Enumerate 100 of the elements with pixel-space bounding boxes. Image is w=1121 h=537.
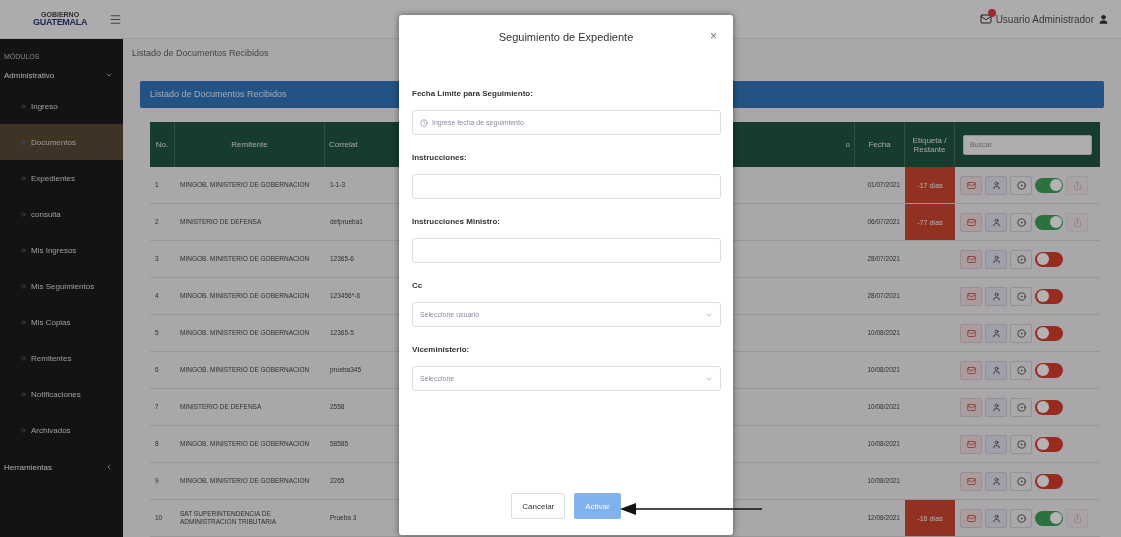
mail-icon: [966, 180, 976, 190]
sidebar-item[interactable]: Expedientes: [0, 160, 123, 196]
mail-button[interactable]: [960, 175, 982, 195]
sidebar-group[interactable]: Administrativo: [0, 66, 123, 84]
mail-button[interactable]: [960, 323, 982, 343]
circle-button[interactable]: [1010, 471, 1032, 491]
circle-dot-icon: [1016, 513, 1026, 523]
user-icon: [991, 180, 1001, 190]
double-chevron-icon: [20, 138, 27, 146]
circle-dot-icon: [1016, 476, 1026, 486]
circle-dot-icon: [1016, 180, 1026, 190]
user-icon: [991, 217, 1001, 227]
mail-button[interactable]: [960, 286, 982, 306]
modal-title: Seguimiento de Expediente: [498, 31, 634, 43]
double-chevron-icon: [20, 426, 27, 434]
toggle-switch[interactable]: [1035, 251, 1063, 267]
close-button[interactable]: ×: [710, 29, 717, 43]
logo-text: GUATEMALA: [33, 18, 88, 27]
toggle-switch[interactable]: [1035, 325, 1063, 341]
mail-icon: [966, 439, 976, 449]
mail-icon: [966, 328, 976, 338]
circle-dot-icon: [1016, 217, 1026, 227]
sidebar-item[interactable]: Archivados: [0, 412, 123, 448]
mail-icon: [966, 476, 976, 486]
user-button[interactable]: [985, 286, 1007, 306]
double-chevron-icon: [20, 174, 27, 182]
mail-button[interactable]: [960, 212, 982, 232]
user-icon[interactable]: [1098, 13, 1109, 25]
input-field[interactable]: [412, 238, 721, 263]
double-chevron-icon: [20, 102, 27, 110]
user-icon: [991, 291, 1001, 301]
user-name[interactable]: Usuario Administrador: [995, 13, 1094, 25]
user-button[interactable]: [985, 434, 1007, 454]
circle-dot-icon: [1016, 254, 1026, 264]
sidebar-item[interactable]: Ingreso: [0, 88, 123, 124]
sidebar-group[interactable]: Herramientas: [0, 458, 123, 476]
circle-button[interactable]: [1010, 286, 1032, 306]
field-label: Cc: [412, 281, 424, 290]
mail-button[interactable]: [960, 249, 982, 269]
sidebar-item[interactable]: Documentos: [0, 124, 123, 160]
field-label: Viceministerio:: [412, 345, 471, 354]
toggle-switch[interactable]: [1035, 177, 1063, 193]
menu-icon[interactable]: [109, 12, 123, 26]
mail-button[interactable]: [960, 397, 982, 417]
mail-button[interactable]: [960, 471, 982, 491]
breadcrumb: Listado de Documentos Recibidos: [132, 48, 270, 60]
sidebar-item[interactable]: Notificaciones: [0, 376, 123, 412]
user-button[interactable]: [985, 212, 1007, 232]
column-header: Fecha: [855, 122, 905, 167]
circle-button[interactable]: [1010, 360, 1032, 380]
field-label: Instrucciones:: [412, 153, 468, 162]
toggle-switch[interactable]: [1035, 473, 1063, 489]
circle-dot-icon: [1016, 328, 1026, 338]
cancel-button[interactable]: Cancelar: [511, 493, 566, 519]
sidebar-item[interactable]: Mis Seguimientos: [0, 268, 123, 304]
user-button[interactable]: [985, 360, 1007, 380]
circle-button[interactable]: [1010, 249, 1032, 269]
user-icon: [991, 328, 1001, 338]
toggle-switch[interactable]: [1035, 510, 1063, 526]
user-button[interactable]: [985, 508, 1007, 528]
user-icon: [991, 476, 1001, 486]
sidebar-item[interactable]: consulta: [0, 196, 123, 232]
mail-icon: [966, 254, 976, 264]
circle-dot-icon: [1016, 365, 1026, 375]
user-button[interactable]: [985, 249, 1007, 269]
sidebar-item[interactable]: Remitentes: [0, 340, 123, 376]
toggle-switch[interactable]: [1035, 214, 1063, 230]
mail-button[interactable]: [960, 508, 982, 528]
toggle-switch[interactable]: [1035, 288, 1063, 304]
column-header: No.: [150, 122, 175, 167]
mail-button[interactable]: [960, 360, 982, 380]
mail-button[interactable]: [960, 434, 982, 454]
user-icon: [991, 402, 1001, 412]
mail-icon: [966, 402, 976, 412]
user-button[interactable]: [985, 397, 1007, 417]
circle-button[interactable]: [1010, 175, 1032, 195]
mail-icon: [966, 365, 976, 375]
circle-button[interactable]: [1010, 323, 1032, 343]
user-button[interactable]: [985, 471, 1007, 491]
input-field[interactable]: [412, 174, 721, 199]
sidebar-item[interactable]: Mis Copias: [0, 304, 123, 340]
toggle-switch[interactable]: [1035, 436, 1063, 452]
user-icon: [991, 254, 1001, 264]
user-button[interactable]: [985, 175, 1007, 195]
mail-icon: [966, 291, 976, 301]
caret-icon: [105, 71, 113, 79]
mail-icon: [966, 217, 976, 227]
circle-dot-icon: [1016, 402, 1026, 412]
circle-button[interactable]: [1010, 212, 1032, 232]
user-icon: [991, 439, 1001, 449]
circle-button[interactable]: [1010, 397, 1032, 417]
circle-button[interactable]: [1010, 434, 1032, 454]
user-button[interactable]: [985, 323, 1007, 343]
circle-button[interactable]: [1010, 508, 1032, 528]
double-chevron-icon: [20, 354, 27, 362]
sidebar-item[interactable]: Mis Ingresos: [0, 232, 123, 268]
double-chevron-icon: [20, 390, 27, 398]
column-header: Remitente: [175, 122, 325, 167]
toggle-switch[interactable]: [1035, 399, 1063, 415]
toggle-switch[interactable]: [1035, 362, 1063, 378]
